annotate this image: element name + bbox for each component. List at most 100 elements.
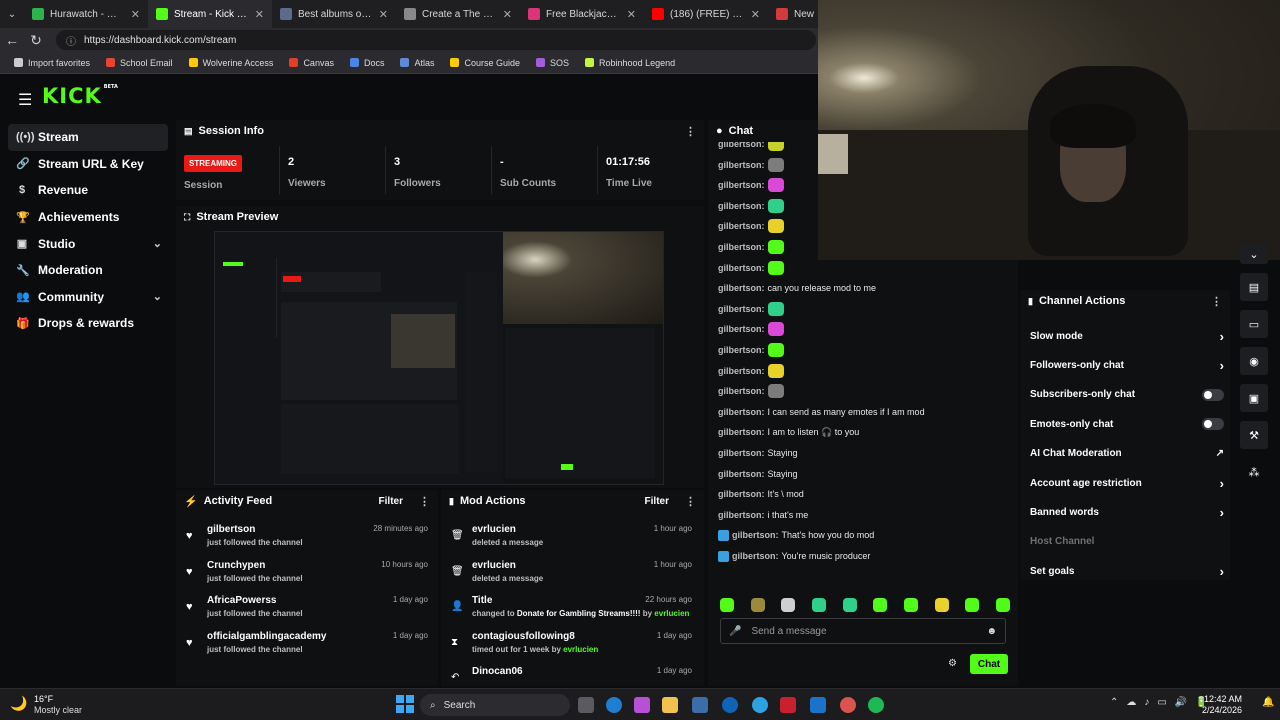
tab-close-icon[interactable]: ✕ bbox=[131, 8, 140, 21]
activity-kebab-icon[interactable]: ⋮ bbox=[419, 495, 430, 508]
browser-tab[interactable]: Free Blackjack Online: Pl ✕ bbox=[520, 0, 644, 28]
chat-username[interactable]: gilbertson: bbox=[718, 304, 765, 314]
site-info-icon[interactable]: ⓘ bbox=[66, 33, 76, 48]
tab-list-chevron-icon[interactable]: ⌄ bbox=[0, 9, 24, 20]
bookmark-item[interactable]: School Email bbox=[100, 58, 179, 68]
mod-kebab-icon[interactable]: ⋮ bbox=[685, 495, 696, 508]
chevron-down-icon[interactable]: ⌄ bbox=[153, 290, 162, 303]
quick-emote-icon[interactable] bbox=[781, 598, 796, 612]
chat-username[interactable]: gilbertson: bbox=[718, 510, 765, 520]
mod-desc-actor[interactable]: evrlucien bbox=[654, 609, 689, 618]
quick-emote-icon[interactable] bbox=[842, 598, 857, 612]
activity-filter-button[interactable]: Filter bbox=[379, 496, 403, 507]
quick-emote-icon[interactable] bbox=[873, 598, 888, 612]
quick-emote-icon[interactable] bbox=[903, 598, 918, 612]
chat-username[interactable]: gilbertson: bbox=[718, 201, 765, 211]
chrome-like-icon[interactable] bbox=[752, 697, 768, 713]
toggle-switch[interactable] bbox=[1202, 388, 1224, 401]
quick-emote-icon[interactable] bbox=[995, 598, 1010, 612]
session-kebab-icon[interactable]: ⋮ bbox=[685, 125, 696, 138]
rail-document-icon[interactable]: ▤ bbox=[1240, 273, 1268, 301]
quick-emote-icon[interactable] bbox=[965, 598, 980, 612]
tab-close-icon[interactable]: ✕ bbox=[379, 8, 388, 21]
chat-username[interactable]: gilbertson: bbox=[718, 427, 765, 437]
channel-action-account-age-restriction[interactable]: Account age restriction › bbox=[1030, 473, 1224, 493]
mod-filter-button[interactable]: Filter bbox=[645, 496, 669, 507]
sidebar-item-achievements[interactable]: 🏆 Achievements bbox=[8, 204, 168, 231]
bookmark-item[interactable]: SOS bbox=[530, 58, 575, 68]
kick-logo[interactable]: KICK BETA bbox=[42, 84, 118, 108]
channel-action-slow-mode[interactable]: Slow mode › bbox=[1030, 326, 1224, 346]
mod-desc-actor[interactable]: evrlucien bbox=[563, 645, 598, 654]
bookmark-item[interactable]: Import favorites bbox=[8, 58, 96, 68]
browser-tab[interactable]: (186) (FREE) Krispylife Ki ✕ bbox=[644, 0, 768, 28]
chat-username[interactable]: gilbertson: bbox=[718, 283, 765, 293]
bookmark-item[interactable]: Atlas bbox=[394, 58, 440, 68]
browser-icon[interactable] bbox=[840, 697, 856, 713]
taskbar-search[interactable]: ⌕ Search bbox=[420, 694, 570, 716]
hp-icon[interactable] bbox=[722, 697, 738, 713]
chat-username[interactable]: gilbertson: bbox=[718, 242, 765, 252]
sidebar-item-stream-url-key[interactable]: 🔗 Stream URL & Key bbox=[8, 151, 168, 178]
chat-username[interactable]: gilbertson: bbox=[718, 345, 765, 355]
bookmark-item[interactable]: Canvas bbox=[283, 58, 340, 68]
browser-tab[interactable]: New bbox=[768, 0, 824, 28]
store-icon[interactable] bbox=[692, 697, 708, 713]
file-explorer-icon[interactable] bbox=[662, 697, 678, 713]
mod-action-user[interactable]: contagiousfollowing8 bbox=[472, 631, 575, 642]
channel-action-subscribers-only-chat[interactable]: Subscribers-only chat bbox=[1030, 385, 1224, 405]
quick-emote-icon[interactable] bbox=[811, 598, 826, 612]
bookmark-item[interactable]: Course Guide bbox=[444, 58, 526, 68]
chat-username[interactable]: gilbertson: bbox=[718, 407, 765, 417]
bookmark-item[interactable]: Robinhood Legend bbox=[579, 58, 681, 68]
outlook-icon[interactable] bbox=[810, 697, 826, 713]
chat-username[interactable]: gilbertson: bbox=[718, 448, 765, 458]
bookmark-item[interactable]: Wolverine Access bbox=[183, 58, 280, 68]
toggle-switch[interactable] bbox=[1202, 418, 1224, 431]
chat-username[interactable]: gilbertson: bbox=[718, 489, 765, 499]
rail-wrench-icon[interactable]: ⚒ bbox=[1240, 421, 1268, 449]
edge-icon[interactable] bbox=[606, 697, 622, 713]
chat-username[interactable]: gilbertson: bbox=[718, 180, 765, 190]
system-tray-icons[interactable]: ⌃☁♪▭🔊🔋 bbox=[1110, 697, 1216, 708]
channel-action-emotes-only-chat[interactable]: Emotes-only chat bbox=[1030, 414, 1224, 434]
sidebar-item-community[interactable]: 👥 Community ⌄ bbox=[8, 284, 168, 311]
back-arrow-icon[interactable]: ← bbox=[0, 32, 24, 48]
mod-action-user[interactable]: evrlucien bbox=[472, 524, 516, 535]
address-field[interactable]: ⓘ https://dashboard.kick.com/stream bbox=[56, 30, 816, 50]
quick-emote-icon[interactable] bbox=[750, 598, 765, 612]
microphone-icon[interactable]: 🎤 bbox=[729, 626, 741, 637]
mod-action-user[interactable]: evrlucien bbox=[472, 560, 516, 571]
chat-username[interactable]: gilbertson: bbox=[718, 469, 765, 479]
bookmark-item[interactable]: Docs bbox=[344, 58, 391, 68]
chat-username[interactable]: gilbertson: bbox=[732, 551, 779, 561]
chat-username[interactable]: gilbertson: bbox=[718, 221, 765, 231]
copilot-icon[interactable] bbox=[634, 697, 650, 713]
chat-username[interactable]: gilbertson: bbox=[718, 263, 765, 273]
activity-user[interactable]: officialgamblingacademy bbox=[207, 631, 326, 642]
browser-tab[interactable]: Create a The Marshall M ✕ bbox=[396, 0, 520, 28]
chat-input[interactable]: 🎤 Send a message ☻ bbox=[720, 618, 1006, 644]
tab-close-icon[interactable]: ✕ bbox=[751, 8, 760, 21]
tab-close-icon[interactable]: ✕ bbox=[255, 8, 264, 21]
sidebar-item-revenue[interactable]: $ Revenue bbox=[8, 177, 168, 204]
mcafee-icon[interactable] bbox=[780, 697, 796, 713]
spotify-icon[interactable] bbox=[868, 697, 884, 713]
browser-tab[interactable]: Hurawatch - Watch Twilig ✕ bbox=[24, 0, 148, 28]
windows-start-icon[interactable] bbox=[396, 695, 414, 713]
notifications-icon[interactable]: 🔔 bbox=[1262, 697, 1274, 708]
reload-icon[interactable]: ↻ bbox=[24, 32, 48, 49]
browser-tab[interactable]: Stream - Kick Dashboard ✕ bbox=[148, 0, 272, 28]
mod-action-user[interactable]: Title bbox=[472, 595, 492, 606]
rail-chat-icon[interactable]: ▭ bbox=[1240, 310, 1268, 338]
rail-more-icon[interactable]: ⁂ bbox=[1240, 458, 1268, 486]
channel-action-ai-chat-moderation[interactable]: AI Chat Moderation ↗ bbox=[1030, 444, 1224, 464]
emoji-picker-icon[interactable]: ☻ bbox=[986, 626, 997, 637]
chat-send-button[interactable]: Chat bbox=[970, 654, 1008, 674]
stream-preview-video[interactable] bbox=[214, 231, 664, 485]
browser-tab[interactable]: Best albums of 2025 - Re ✕ bbox=[272, 0, 396, 28]
tab-close-icon[interactable]: ✕ bbox=[627, 8, 636, 21]
activity-user[interactable]: Crunchypen bbox=[207, 560, 265, 571]
rail-layout-icon[interactable]: ▣ bbox=[1240, 384, 1268, 412]
quick-emote-icon[interactable] bbox=[720, 598, 734, 612]
